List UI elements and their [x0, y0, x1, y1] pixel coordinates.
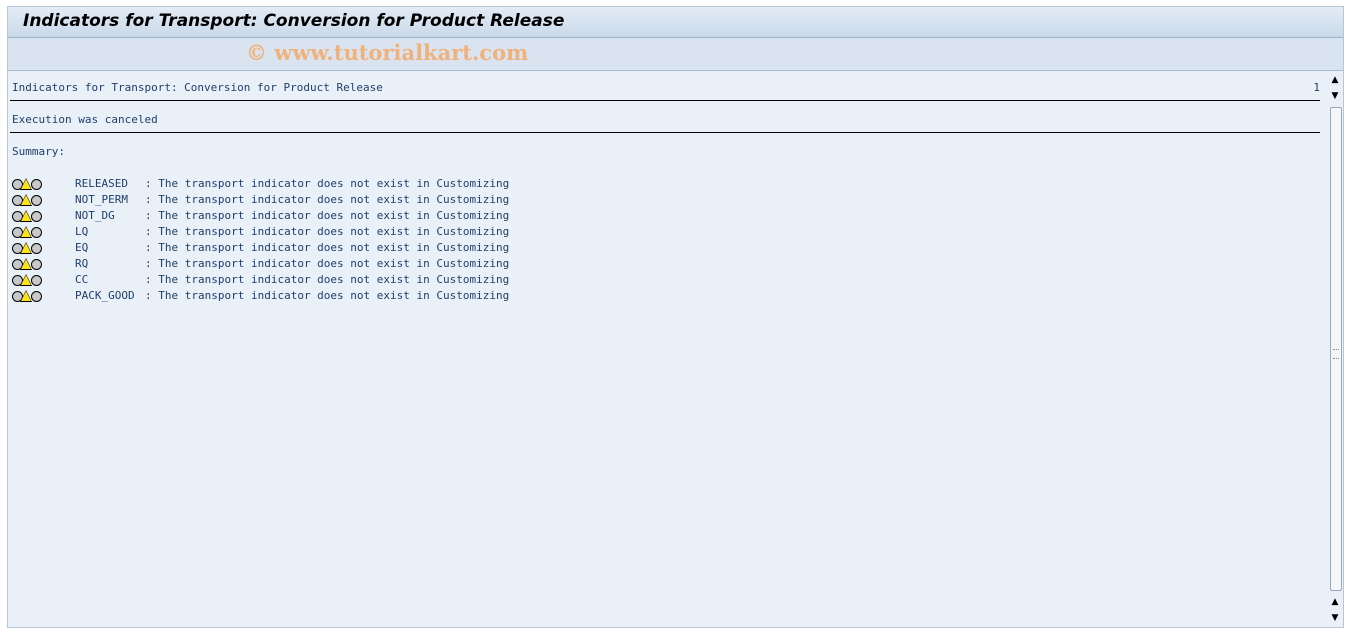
- traffic-light-yellow-icon: [12, 242, 42, 254]
- grip-icon: [1333, 349, 1339, 359]
- report-window: Indicators for Transport: Conversion for…: [7, 6, 1344, 628]
- indicator-message: : The transport indicator does not exist…: [145, 209, 510, 222]
- indicator-message: : The transport indicator does not exist…: [145, 193, 510, 206]
- indicator-name: EQ: [75, 241, 89, 254]
- page-number: 1: [1313, 81, 1320, 94]
- indicator-message: : The transport indicator does not exist…: [145, 273, 510, 286]
- watermark: © www.tutorialkart.com: [246, 40, 529, 65]
- indicator-name: LQ: [75, 225, 89, 238]
- scroll-down-bottom-icon[interactable]: ▼: [1330, 613, 1340, 623]
- scroll-thumb[interactable]: [1330, 107, 1342, 591]
- status-bar: [0, 629, 1359, 637]
- indicator-name: PACK_GOOD: [75, 289, 135, 302]
- title-bar: Indicators for Transport: Conversion for…: [8, 7, 1343, 38]
- indicator-message: : The transport indicator does not exist…: [145, 241, 510, 254]
- indicator-message: : The transport indicator does not exist…: [145, 225, 510, 238]
- application-toolbar: © www.tutorialkart.com: [8, 38, 1343, 71]
- traffic-light-yellow-icon: [12, 258, 42, 270]
- traffic-light-yellow-icon: [12, 210, 42, 222]
- indicator-name: NOT_PERM: [75, 193, 128, 206]
- indicator-message: : The transport indicator does not exist…: [145, 257, 510, 270]
- indicator-name: NOT_DG: [75, 209, 115, 222]
- scroll-down-icon[interactable]: ▼: [1330, 91, 1340, 101]
- indicator-name: CC: [75, 273, 89, 286]
- status-divider: [10, 132, 1320, 133]
- traffic-light-yellow-icon: [12, 194, 42, 206]
- traffic-light-yellow-icon: [12, 178, 42, 190]
- vertical-scrollbar[interactable]: ▲ ▼ ▲ ▼: [1327, 71, 1343, 627]
- report-header: Indicators for Transport: Conversion for…: [12, 81, 383, 94]
- indicator-name: RQ: [75, 257, 89, 270]
- indicator-message: : The transport indicator does not exist…: [145, 177, 510, 190]
- traffic-light-yellow-icon: [12, 290, 42, 302]
- indicator-message: : The transport indicator does not exist…: [145, 289, 510, 302]
- window-title: Indicators for Transport: Conversion for…: [23, 11, 565, 31]
- scroll-up-icon[interactable]: ▲: [1330, 75, 1340, 85]
- scroll-up-bottom-icon[interactable]: ▲: [1330, 597, 1340, 607]
- traffic-light-yellow-icon: [12, 226, 42, 238]
- indicator-name: RELEASED: [75, 177, 128, 190]
- status-message: Execution was canceled: [12, 113, 158, 126]
- header-divider: [10, 100, 1320, 101]
- list-output: Indicators for Transport: Conversion for…: [8, 71, 1328, 627]
- summary-label: Summary:: [12, 145, 65, 158]
- traffic-light-yellow-icon: [12, 274, 42, 286]
